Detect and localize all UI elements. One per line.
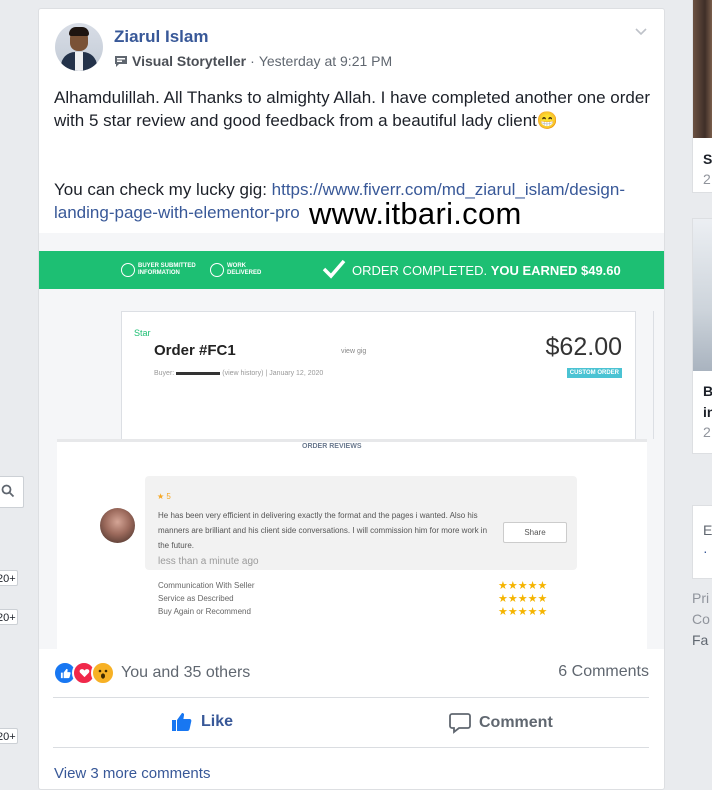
suggested-title: in: [703, 404, 712, 420]
left-rail: 20+ 20+ 20+: [0, 0, 24, 774]
rating-label: Communication With Seller: [158, 581, 255, 590]
review-bubble: ★ 5 He has been very efficient in delive…: [145, 476, 577, 570]
language-card: En · P: [692, 505, 712, 579]
completed-label: ORDER COMPLETED.: [352, 263, 488, 278]
order-price: $62.00: [545, 333, 622, 361]
checkmark-icon: [322, 259, 346, 279]
comments-count[interactable]: 6 Comments: [558, 663, 649, 681]
post-text-line: Alhamdulillah. All Thanks to almighty Al…: [54, 88, 650, 130]
reviewer-rating: ★ 5: [157, 492, 171, 501]
star-rating: ★★★★★: [498, 593, 548, 605]
comment-label: Comment: [479, 714, 553, 731]
post-card: Ziarul Islam Visual Storyteller · Yester…: [38, 8, 665, 790]
divider: [53, 697, 649, 698]
watermark: www.itbari.com: [309, 196, 522, 231]
redaction: [252, 342, 332, 356]
redaction: [176, 371, 221, 375]
gig-prefix: You can check my lucky gig:: [54, 180, 272, 199]
post-timestamp[interactable]: Yesterday at 9:21 PM: [259, 53, 392, 69]
step-label: BUYER SUBMITTED INFORMATION: [138, 263, 196, 276]
comment-icon: [449, 713, 471, 734]
footer-link[interactable]: Pri: [692, 590, 709, 606]
star-rating: ★★★★★: [498, 580, 548, 592]
chevron-down-icon[interactable]: [634, 27, 648, 37]
order-reviews: ORDER REVIEWS ★ 5 He has been very effic…: [57, 439, 647, 649]
step-label: WORK DELIVERED: [227, 263, 262, 276]
count-badge: 20+: [0, 728, 18, 744]
rating-label: Service as Described: [158, 594, 234, 603]
thumbs-up-icon: [172, 713, 192, 731]
search-field[interactable]: [0, 476, 24, 508]
reviewer-avatar: [100, 508, 135, 543]
completed-message: ORDER COMPLETED. YOU EARNED $49.60: [352, 263, 621, 278]
review-text: He has been very efficient in delivering…: [158, 511, 488, 550]
share-button: Share: [503, 522, 567, 543]
share-label: Share: [524, 528, 546, 537]
speech-bubble-icon: [115, 55, 127, 67]
buyer-label: Buyer:: [154, 370, 175, 377]
suggested-title: S: [703, 151, 712, 167]
reactions-count[interactable]: You and 35 others: [121, 664, 250, 682]
suggested-image: [693, 0, 712, 138]
review-time: less than a minute ago: [158, 556, 259, 567]
suggested-meta: 2: [703, 171, 711, 187]
suggested-card[interactable]: B in 2: [692, 218, 712, 454]
suggested-card[interactable]: S 2: [692, 0, 712, 193]
footer-link[interactable]: Co: [692, 611, 710, 627]
language-option[interactable]: En: [703, 522, 712, 538]
rating-label: Buy Again or Recommend: [158, 607, 251, 616]
order-date: January 12, 2020: [269, 370, 324, 377]
count-badge: 20+: [0, 570, 18, 586]
reactions-summary[interactable]: You and 35 others: [53, 661, 250, 685]
search-icon: [1, 484, 15, 498]
order-completed-banner: BUYER SUBMITTED INFORMATION WORK DELIVER…: [39, 251, 664, 289]
meta-separator: ·: [250, 53, 255, 69]
order-card: Star Order #FC1 view gig Buyer: (view his…: [121, 311, 636, 441]
view-gig-link: view gig: [341, 348, 367, 355]
author-name[interactable]: Ziarul Islam: [114, 27, 208, 47]
suggested-title: B: [703, 383, 712, 399]
comment-button[interactable]: Comment: [449, 712, 553, 734]
divider: [53, 747, 649, 748]
side-panel-edge: [653, 311, 664, 439]
like-label: Like: [201, 713, 234, 730]
view-history: (view history): [222, 370, 264, 377]
suggested-image: [693, 219, 712, 371]
post-meta: Visual Storyteller · Yesterday at 9:21 P…: [114, 53, 392, 69]
badge-label[interactable]: Visual Storyteller: [132, 53, 246, 69]
star-rating: ★★★★★: [498, 606, 548, 618]
reviews-title: ORDER REVIEWS: [302, 443, 362, 450]
star-label: Star: [134, 328, 151, 338]
earned-label: YOU EARNED $49.60: [490, 263, 621, 278]
rating-value: ★ 5: [157, 492, 171, 501]
wow-reaction-icon: [91, 661, 115, 685]
author-avatar[interactable]: [55, 23, 103, 71]
footer-link[interactable]: Fa: [692, 632, 708, 648]
check-circle-icon: [210, 263, 224, 277]
post-image[interactable]: BUYER SUBMITTED INFORMATION WORK DELIVER…: [39, 233, 664, 649]
count-badge: 20+: [0, 609, 18, 625]
order-title: Order #FC1: [154, 342, 236, 359]
check-circle-icon: [121, 263, 135, 277]
buyer-info: Buyer: (view history) | January 12, 2020: [154, 370, 324, 377]
like-button[interactable]: Like: [171, 712, 233, 732]
language-option[interactable]: · P: [703, 543, 712, 559]
suggested-meta: 2: [703, 424, 711, 440]
custom-order-tag: CUSTOM ORDER: [566, 368, 622, 378]
